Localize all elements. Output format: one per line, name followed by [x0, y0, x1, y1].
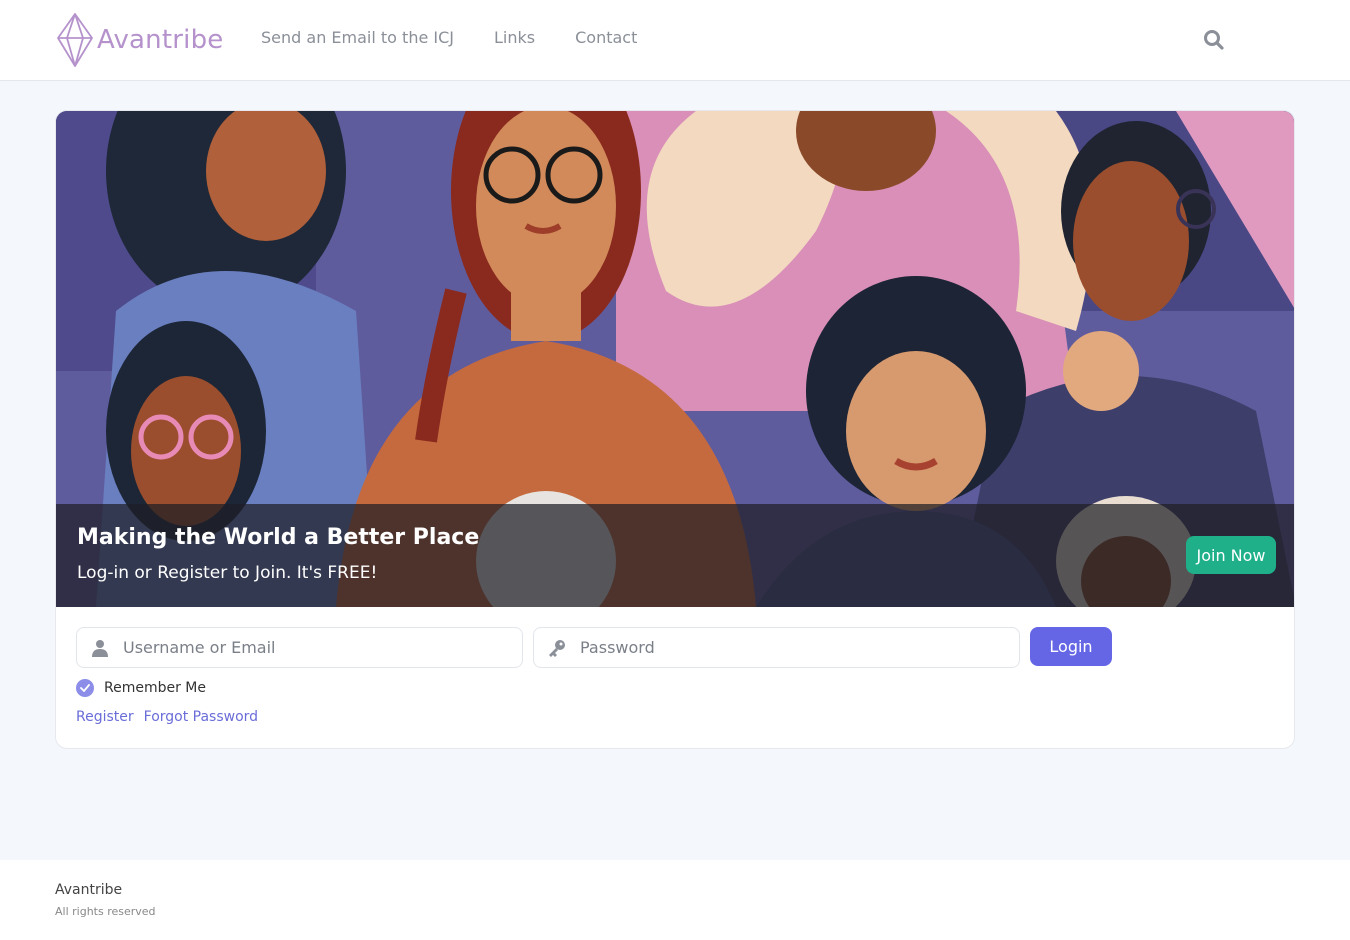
brand-name: Avantribe — [97, 25, 224, 55]
main-nav: Send an Email to the ICJ Links Contact — [261, 28, 677, 47]
nav-links[interactable]: Links — [494, 28, 535, 47]
password-field[interactable] — [533, 627, 1020, 668]
remember-me-label: Remember Me — [104, 680, 206, 696]
nav-contact[interactable]: Contact — [575, 28, 637, 47]
hero-subtitle: Log-in or Register to Join. It's FREE! — [77, 563, 378, 583]
register-link[interactable]: Register — [76, 709, 134, 725]
forgot-password-link[interactable]: Forgot Password — [144, 709, 258, 725]
checkmark-icon — [76, 679, 94, 697]
username-input[interactable] — [123, 638, 503, 657]
key-icon — [534, 638, 580, 658]
search-icon — [1204, 30, 1224, 50]
password-input[interactable] — [580, 638, 960, 657]
auth-links: Register Forgot Password — [76, 709, 268, 725]
login-card: Making the World a Better Place Log-in o… — [55, 110, 1295, 749]
hero-caption-bar — [56, 504, 1294, 607]
site-header: Avantribe Send an Email to the ICJ Links… — [0, 0, 1350, 81]
hero-banner: Making the World a Better Place Log-in o… — [56, 111, 1294, 607]
login-button[interactable]: Login — [1030, 627, 1112, 666]
user-icon — [77, 639, 123, 657]
username-field[interactable] — [76, 627, 523, 668]
nav-send-email[interactable]: Send an Email to the ICJ — [261, 28, 454, 47]
remember-me-checkbox[interactable]: Remember Me — [76, 679, 206, 697]
diamond-logo-icon — [57, 13, 93, 67]
footer-brand: Avantribe — [55, 882, 123, 898]
search-button[interactable] — [1203, 29, 1225, 51]
footer-copyright: All rights reserved — [55, 905, 156, 918]
brand-logo[interactable]: Avantribe — [55, 12, 223, 68]
join-now-button[interactable]: Join Now — [1186, 536, 1276, 574]
hero-title: Making the World a Better Place — [77, 525, 480, 550]
site-footer: Avantribe All rights reserved — [0, 860, 1350, 940]
